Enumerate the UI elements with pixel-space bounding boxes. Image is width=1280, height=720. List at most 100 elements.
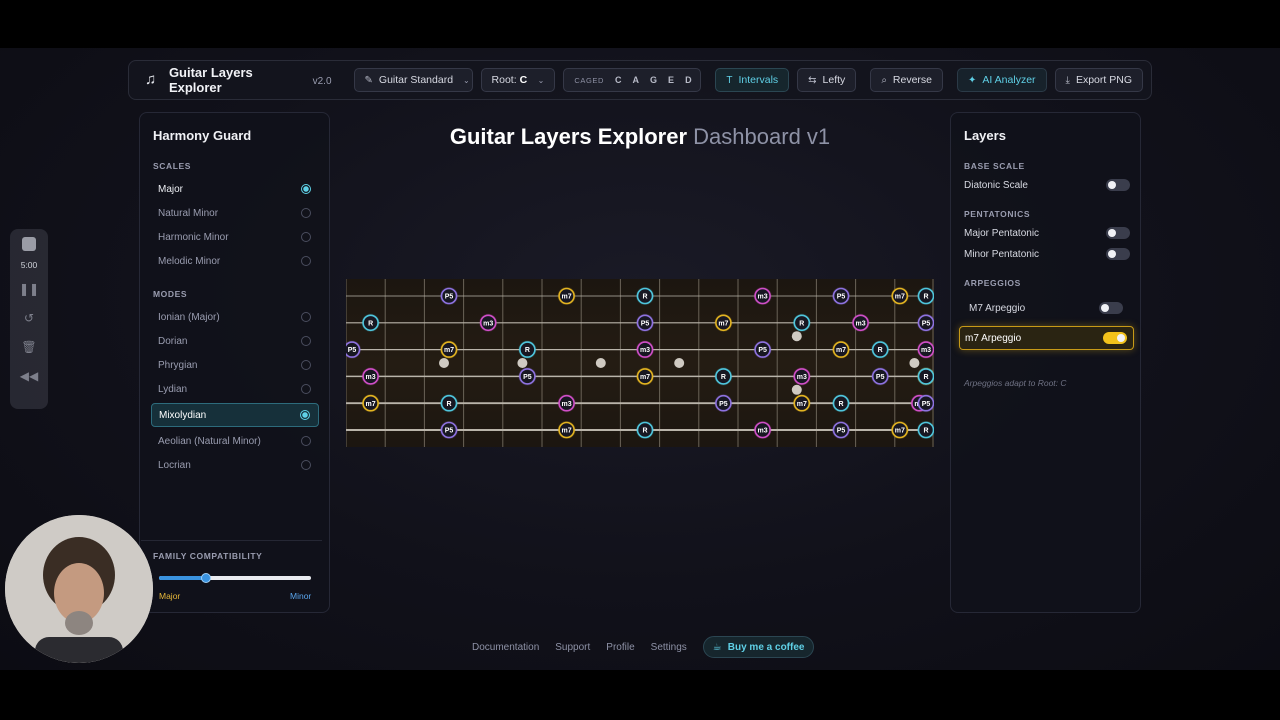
note-label: m3	[797, 374, 807, 381]
trash-icon[interactable]: 🗑	[21, 337, 36, 357]
page-title: Guitar Layers Explorer Dashboard v1	[330, 124, 950, 150]
major-pentatonic-row[interactable]: Major Pentatonic	[964, 224, 1130, 242]
fretboard[interactable]: P5 m7 Rm3 P5 m7 R R m3 P5 m7 Rm3 P5 P5 m7 Rm3 P5 m7 Rm3 m3…	[346, 279, 934, 447]
reverse-button[interactable]: ⌕ Reverse	[870, 68, 944, 92]
mode-option[interactable]: Ionian (Major)	[151, 307, 319, 327]
swap-icon: ⇆	[808, 74, 817, 86]
minor-pentatonic-row[interactable]: Minor Pentatonic	[964, 245, 1130, 263]
note-label: m3	[483, 320, 493, 327]
slider-fill	[159, 576, 207, 580]
slider-thumb[interactable]	[201, 573, 212, 583]
mode-option-label: Aeolian (Natural Minor)	[158, 435, 261, 447]
M7-arpeggio-row[interactable]: M7 Arpeggio	[969, 299, 1123, 317]
root-value: C	[519, 74, 528, 86]
note-label: m3	[856, 320, 866, 327]
fretboard-wood	[346, 279, 934, 447]
fret-inlay-dot	[791, 384, 802, 395]
note-label: R	[368, 320, 373, 327]
note-label: m7	[640, 374, 650, 381]
fret-inlay-dot	[439, 358, 449, 368]
footer-link-profile[interactable]: Profile	[606, 642, 634, 653]
ai-analyzer-button[interactable]: ✦ AI Analyzer	[957, 68, 1047, 92]
m7-arpeggio-row[interactable]: m7 Arpeggio	[959, 326, 1134, 350]
stop-recording-button[interactable]	[22, 237, 36, 251]
note-label: m7	[366, 401, 376, 408]
buy-coffee-label: Buy me a coffee	[727, 641, 805, 653]
radio-indicator[interactable]	[301, 312, 311, 322]
guitar-icon: ✎	[364, 74, 373, 86]
note-label: P5	[445, 428, 454, 435]
note-label: R	[525, 347, 530, 354]
mode-option-label: Dorian	[158, 335, 188, 347]
caged-shape-g[interactable]: G	[650, 75, 657, 85]
radio-indicator[interactable]	[300, 410, 310, 420]
family-compatibility-slider[interactable]	[159, 573, 311, 583]
m7-arpeggio-label: m7 Arpeggio	[965, 332, 1022, 344]
caged-shape-c[interactable]: C	[615, 75, 622, 85]
note-label: m7	[797, 401, 807, 408]
restart-icon[interactable]: ↺	[24, 308, 34, 328]
radio-indicator[interactable]	[301, 436, 311, 446]
caged-selector: CAGED C A G E D	[563, 68, 702, 92]
mode-option[interactable]: Locrian	[151, 455, 319, 475]
minor-pentatonic-toggle[interactable]	[1106, 248, 1130, 260]
footer-link-support[interactable]: Support	[555, 642, 590, 653]
diatonic-scale-row[interactable]: Diatonic Scale	[964, 176, 1130, 194]
fret-inlay-dot	[595, 358, 606, 368]
note-label: m7	[718, 320, 728, 327]
scale-option[interactable]: Harmonic Minor	[151, 227, 319, 247]
radio-indicator[interactable]	[301, 232, 311, 242]
M7-arpeggio-toggle[interactable]	[1099, 302, 1123, 314]
instrument-select[interactable]: ✎ Guitar Standard ⌄	[353, 68, 473, 92]
footer-link-documentation[interactable]: Documentation	[472, 642, 539, 653]
scale-option-label: Harmonic Minor	[158, 231, 229, 243]
export-label: Export PNG	[1075, 74, 1132, 86]
modes-section-label: MODES	[153, 289, 188, 299]
intervals-button[interactable]: T Intervals	[715, 68, 790, 92]
root-select[interactable]: Root: C ⌄	[480, 68, 556, 92]
m7-arpeggio-toggle[interactable]	[1103, 332, 1127, 344]
caged-shape-a[interactable]: A	[633, 75, 640, 85]
scale-option[interactable]: Major	[151, 179, 319, 199]
rewind-icon[interactable]: ◀◀	[20, 366, 38, 386]
pause-icon[interactable]: ❚❚	[19, 279, 39, 299]
note-label: P5	[719, 401, 728, 408]
radio-indicator[interactable]	[301, 256, 311, 266]
scale-option[interactable]: Melodic Minor	[151, 251, 319, 271]
slider-max-label: Minor	[290, 591, 312, 601]
scale-option[interactable]: Natural Minor	[151, 203, 319, 223]
minor-pentatonic-label: Minor Pentatonic	[964, 248, 1040, 260]
radio-indicator[interactable]	[301, 336, 311, 346]
radio-indicator[interactable]	[301, 384, 311, 394]
M7-arpeggio-label: M7 Arpeggio	[969, 302, 1026, 314]
mode-option[interactable]: Lydian	[151, 379, 319, 399]
radio-indicator[interactable]	[301, 184, 311, 194]
caged-shape-d[interactable]: D	[685, 75, 692, 85]
note-label: m7	[895, 428, 905, 435]
mode-option-label: Ionian (Major)	[158, 311, 220, 323]
lefty-button[interactable]: ⇆ Lefty	[797, 68, 857, 92]
mode-option[interactable]: Phrygian	[151, 355, 319, 375]
major-pentatonic-toggle[interactable]	[1106, 227, 1130, 239]
note-label: P5	[922, 401, 931, 408]
radio-indicator[interactable]	[301, 460, 311, 470]
mode-option[interactable]: Dorian	[151, 331, 319, 351]
note-label: P5	[922, 320, 931, 327]
radio-indicator[interactable]	[301, 208, 311, 218]
radio-indicator[interactable]	[301, 360, 311, 370]
slider-min-label: Major	[159, 591, 181, 601]
page-title-sub: Dashboard v1	[693, 124, 831, 149]
export-png-button[interactable]: ⤓ Export PNG	[1054, 68, 1143, 92]
buy-coffee-button[interactable]: ☕ Buy me a coffee	[702, 636, 815, 658]
pentatonics-label: PENTATONICS	[964, 209, 1031, 219]
instrument-value: Guitar Standard	[378, 74, 454, 86]
note-label: R	[642, 428, 647, 435]
note-label: P5	[348, 347, 357, 354]
caged-shape-e[interactable]: E	[668, 75, 674, 85]
footer-link-settings[interactable]: Settings	[651, 642, 687, 653]
major-pentatonic-label: Major Pentatonic	[964, 227, 1040, 239]
mode-option[interactable]: Mixolydian	[151, 403, 319, 427]
mode-option[interactable]: Aeolian (Natural Minor)	[151, 431, 319, 451]
diatonic-scale-toggle[interactable]	[1106, 179, 1130, 191]
app-title: Guitar Layers Explorer	[168, 65, 253, 95]
